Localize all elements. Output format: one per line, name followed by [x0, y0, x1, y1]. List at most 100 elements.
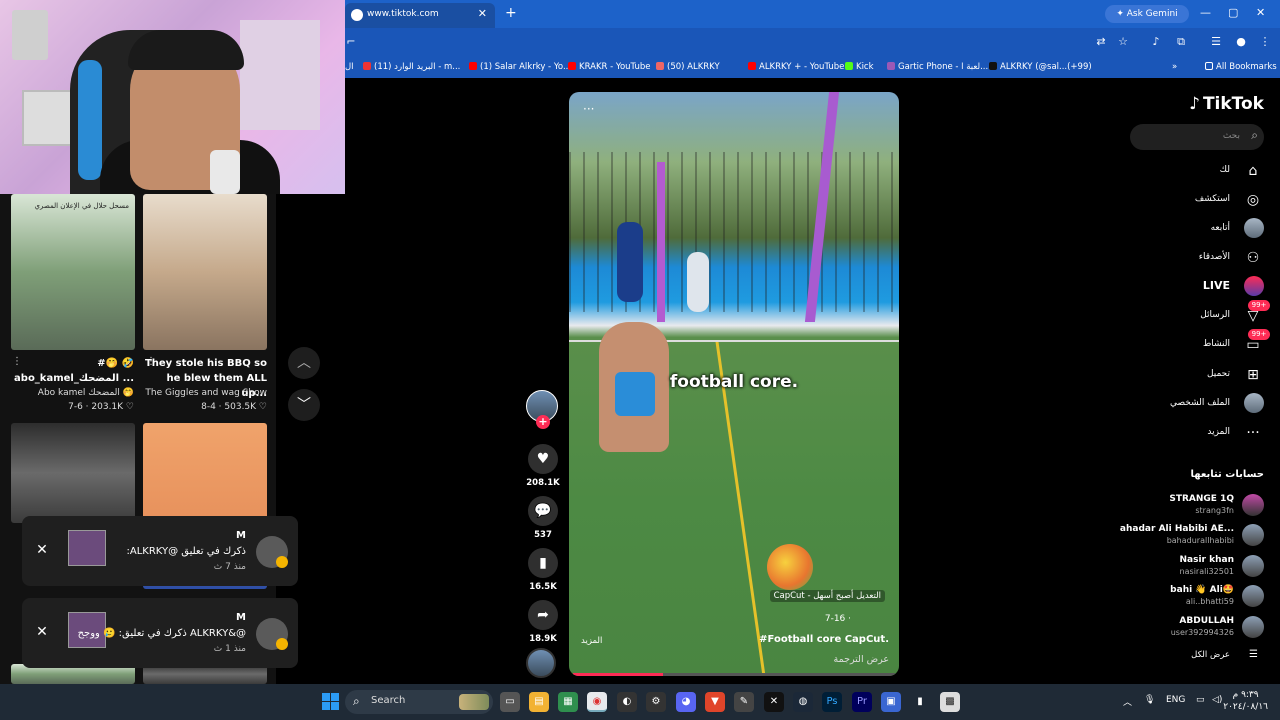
more-link[interactable]: المزيد — [581, 636, 602, 646]
card-title[interactable]: They stole his BBQ so — [143, 356, 267, 371]
bookmark-item[interactable]: ALKRKY (@sal...(+99) — [989, 62, 1092, 72]
premiere-icon[interactable]: Pr — [852, 692, 872, 712]
card-title[interactable]: #🤭 🤣 — [10, 356, 134, 371]
tiktok-logo[interactable]: ♪ TikTok — [1189, 94, 1264, 114]
browser-tab[interactable]: www.tiktok.com ✕ — [345, 3, 495, 28]
nav-explore[interactable]: استكشف ◎ — [1104, 189, 1264, 213]
card-author[interactable]: Abo kamel المضحك 🤭 — [10, 388, 134, 398]
nav-messages[interactable]: الرسائل ▽ 99+ — [1104, 300, 1270, 329]
capcut-link[interactable]: CapCut - التعديل أصبح أسهل — [769, 590, 885, 602]
nav-friends[interactable]: الأصدقاء ⚇ — [1104, 247, 1264, 271]
nav-activity[interactable]: النشاط ▭ 99+ — [1104, 329, 1270, 358]
bookmark-item[interactable]: البريد الوارد (11) - m... — [363, 62, 460, 72]
task-view-icon[interactable]: ▭ — [500, 692, 520, 712]
new-tab-button[interactable]: + — [505, 5, 517, 21]
close-icon[interactable]: ✕ — [32, 622, 52, 642]
scroll-down-button[interactable]: ﹀ — [288, 389, 320, 421]
settings-icon[interactable]: ⚙ — [646, 692, 666, 712]
language-indicator[interactable]: ENG — [1166, 695, 1185, 705]
card-subtitle[interactable]: abo_kamel_المضحك ... — [10, 371, 134, 386]
music-disc-icon[interactable] — [526, 648, 556, 678]
bookmark-item[interactable]: Kick — [845, 62, 874, 72]
maximize-button[interactable]: ▢ — [1228, 6, 1238, 19]
bookmark-item[interactable]: (1) Salar Alkrky - Yo... — [469, 62, 571, 72]
obs-icon[interactable]: ◐ — [617, 692, 637, 712]
followed-account[interactable]: ABDULLAH user392994326 — [1094, 614, 1264, 642]
upload-icon: ⊞ — [1247, 367, 1259, 383]
brave-icon[interactable]: ▼ — [705, 692, 725, 712]
ask-gemini-button[interactable]: ✦ Ask Gemini — [1105, 5, 1189, 23]
followed-account[interactable]: ahadar Ali Habibi AE... bahadurallhabibi — [1094, 522, 1264, 550]
search-icon[interactable]: ⌕ — [1251, 128, 1258, 143]
translate-icon[interactable]: ⇄ — [1095, 36, 1107, 48]
capture-icon[interactable]: ✎ — [734, 692, 754, 712]
followed-account[interactable]: STRANGE 1Q strang3fn — [1094, 492, 1264, 520]
taskbar-clock[interactable]: ٩:٣٩ م ٢٠٢٤/٠٨/١٦ — [1223, 689, 1268, 713]
minimize-button[interactable]: — — [1200, 6, 1211, 19]
close-icon[interactable]: ✕ — [32, 540, 52, 560]
video-player[interactable]: ··· football core. CapCut - التعديل أصبح… — [569, 92, 899, 676]
chrome-icon[interactable]: ◉ — [587, 692, 607, 712]
card-author[interactable]: The Giggles and wag Show — [143, 388, 267, 398]
bookmark-star-icon[interactable]: ☆ — [1117, 36, 1129, 48]
tray-overflow-icon[interactable]: ︿ — [1123, 695, 1132, 708]
capcut-icon[interactable]: ✕ — [764, 692, 784, 712]
minecraft-icon[interactable]: ▩ — [940, 692, 960, 712]
network-icon[interactable]: ▭ — [1196, 695, 1205, 705]
comment-icon[interactable]: 💬 — [528, 496, 558, 526]
nav-upload[interactable]: تحميل ⊞ — [1104, 364, 1264, 388]
nav-live[interactable]: LIVE — [1104, 276, 1264, 300]
bookmark-item[interactable]: (50) ALKRKY — [656, 62, 720, 72]
bookmarks-overflow-icon[interactable]: » — [1172, 62, 1177, 72]
bookmark-item[interactable]: ال — [345, 62, 354, 72]
audio-icon[interactable]: ♪ — [1150, 36, 1162, 48]
all-bookmarks-button[interactable]: All Bookmarks — [1205, 62, 1277, 72]
video-thumbnail[interactable] — [11, 423, 135, 523]
extensions-icon[interactable]: ⧉ — [1175, 36, 1187, 48]
share-action[interactable]: ➦ 18.9K — [526, 600, 560, 644]
see-translation-link[interactable]: عرض الترجمة — [833, 654, 889, 665]
video-progress-bar[interactable] — [573, 673, 895, 676]
search-input[interactable]: بحث ⌕ — [1130, 124, 1264, 150]
followed-account[interactable]: Nasir khan nasirali32501 — [1094, 553, 1264, 581]
heart-icon[interactable]: ♥ — [528, 444, 558, 474]
taskbar-search[interactable]: ⌕ Search — [345, 690, 493, 714]
media-icon[interactable]: ☰ — [1210, 36, 1222, 48]
windows-start-icon[interactable] — [322, 693, 339, 710]
scroll-up-button[interactable]: ︿ — [288, 347, 320, 379]
steam-icon[interactable]: ◍ — [793, 692, 813, 712]
followed-account[interactable]: bahi 👋 Ali🤩 ali..bhatti59 — [1094, 583, 1264, 611]
notification-toast[interactable]: ✕ M :ALKRKY@ ذكرك في تعليق منذ 7 ث — [22, 516, 298, 586]
video-options-icon[interactable]: ··· — [583, 102, 594, 116]
microphone-icon[interactable]: 🎙 — [1144, 695, 1155, 705]
bookmark-item[interactable]: KRAKR - YouTube — [568, 62, 650, 72]
follow-plus-icon[interactable]: + — [536, 415, 550, 429]
nav-profile[interactable]: الملف الشخصي — [1104, 393, 1264, 417]
menu-icon[interactable]: ⋮ — [1259, 36, 1271, 48]
bookmark-item[interactable]: ALKRKY + - YouTube — [748, 62, 844, 72]
store-icon[interactable]: ▦ — [558, 692, 578, 712]
address-bar-edge[interactable]: ⌐ — [345, 36, 357, 48]
nav-for-you[interactable]: لك ⌂ — [1104, 160, 1264, 184]
app-icon[interactable]: ▣ — [881, 692, 901, 712]
volume-icon[interactable]: ◁) — [1212, 695, 1222, 705]
profile-avatar-icon[interactable]: ● — [1235, 36, 1247, 48]
close-window-button[interactable]: ✕ — [1256, 6, 1265, 19]
nav-label: لك — [1219, 165, 1230, 175]
like-action[interactable]: ♥ 208.1K — [526, 444, 560, 488]
close-tab-icon[interactable]: ✕ — [478, 7, 487, 20]
bookmark-icon[interactable]: ▮ — [528, 548, 558, 578]
share-icon[interactable]: ➦ — [528, 600, 558, 630]
bookmark-item[interactable]: Gartic Phone - لعبة ا... — [887, 62, 988, 72]
file-explorer-icon[interactable]: ▤ — [529, 692, 549, 712]
nav-more[interactable]: المزيد ··· — [1104, 422, 1264, 446]
comment-action[interactable]: 💬 537 — [526, 496, 560, 540]
video-thumbnail[interactable]: مسحل حلال في الإعلان المصري — [11, 194, 135, 350]
video-thumbnail[interactable] — [143, 194, 267, 350]
app-icon[interactable]: ▮ — [910, 692, 930, 712]
nav-following[interactable]: أتابعه — [1104, 218, 1264, 242]
notification-toast[interactable]: ✕ M ذكرك في تعليق: 🥲 ووجح ALKRKY&@ منذ 1… — [22, 598, 298, 668]
save-action[interactable]: ▮ 16.5K — [526, 548, 560, 592]
discord-icon[interactable]: ◕ — [676, 692, 696, 712]
photoshop-icon[interactable]: Ps — [822, 692, 842, 712]
